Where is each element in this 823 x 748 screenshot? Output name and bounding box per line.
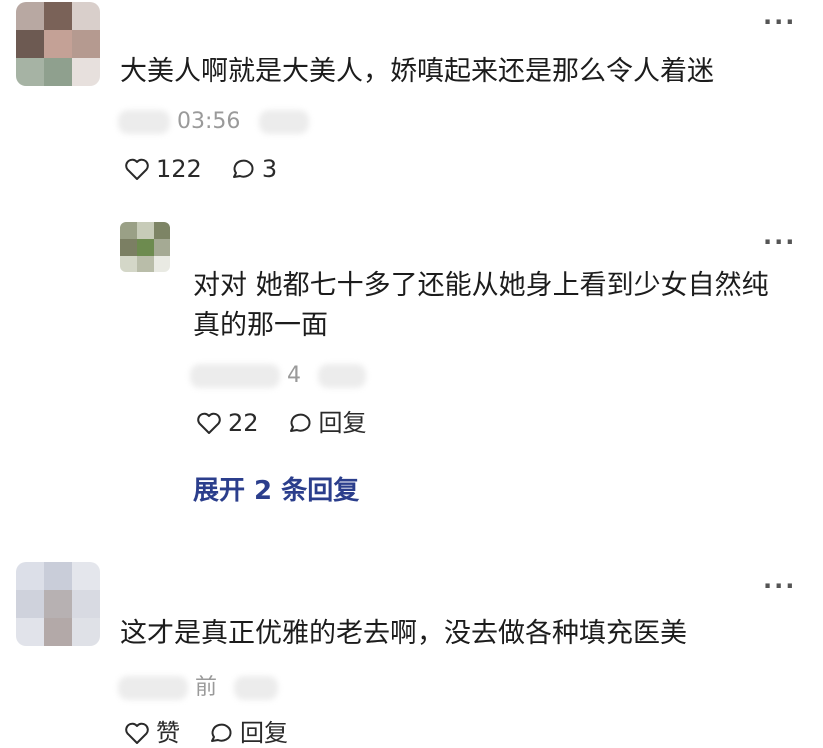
reply-label: 回复 [318,409,367,437]
reply-avatar[interactable] [120,222,170,272]
reply-meta: 4 [190,362,366,390]
blurred-location [259,110,310,134]
blurred-location [234,676,279,700]
comment-bubble-icon [211,723,232,742]
reply-button[interactable]: 3 [230,154,277,184]
blurred-date [190,364,280,388]
like-count: 22 [228,409,259,437]
like-button[interactable]: 22 [196,408,259,438]
comment-time: 前 [195,675,218,700]
comment-bubble-icon [232,159,254,178]
heart-icon [125,158,149,180]
reply-text-line1: 对对 她都七十多了还能从她身上看到少女自然纯 [193,270,769,301]
like-button[interactable]: 122 [124,154,202,184]
comment-bubble-icon [289,413,311,432]
more-options-icon[interactable]: ··· [763,10,796,34]
like-count: 122 [156,155,202,183]
expand-replies-link[interactable]: 展开 2 条回复 [193,470,359,507]
reply-text-line2: 真的那一面 [193,310,328,341]
comment-meta: 03:56 [118,108,310,136]
avatar[interactable] [16,2,100,86]
comment-actions: 赞 回复 [124,718,316,748]
reply-time: 4 [287,363,301,388]
comment-time: 03:56 [177,109,241,134]
avatar[interactable] [16,562,100,646]
blurred-date [118,676,188,700]
comment-meta: 前 [118,674,279,702]
heart-icon [197,412,221,434]
reply-count: 3 [261,155,278,183]
comment-text: 大美人啊就是大美人，娇嗔起来还是那么令人着迷 [120,56,714,87]
heart-icon [125,722,149,744]
comment-actions: 122 3 [124,154,305,184]
more-options-icon[interactable]: ··· [763,574,796,598]
like-button[interactable]: 赞 [124,718,180,748]
more-options-icon[interactable]: ··· [763,230,796,254]
comment-text: 这才是真正优雅的老去啊，没去做各种填充医美 [120,618,687,649]
reply-actions: 22 回复 [196,408,395,438]
reply-button[interactable]: 回复 [287,408,367,438]
reply-label: 回复 [240,719,288,747]
blurred-date [118,110,170,134]
reply-button[interactable]: 回复 [208,718,288,748]
blurred-location [318,364,366,388]
like-label: 赞 [156,719,180,747]
